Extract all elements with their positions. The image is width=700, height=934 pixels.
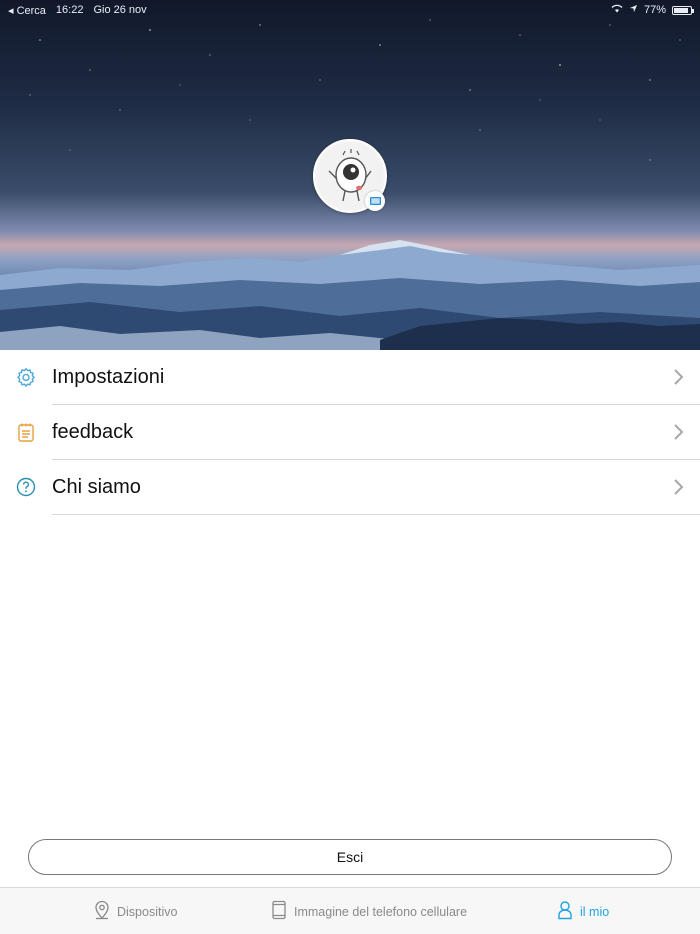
menu-item-label: Chi siamo [52, 476, 141, 498]
divider [52, 514, 700, 515]
chevron-right-icon [672, 478, 684, 496]
wifi-icon [611, 4, 623, 16]
chevron-right-icon [672, 423, 684, 441]
battery-percent: 77% [643, 4, 666, 16]
status-date: Gio 26 nov [93, 4, 147, 16]
tab-bar: Dispositivo Immagine del telefono cellul… [0, 887, 700, 934]
menu-item-impostazioni[interactable]: Impostazioni [0, 350, 700, 405]
location-pin-icon [93, 900, 111, 923]
notepad-icon [16, 422, 36, 442]
tab-dispositivo[interactable]: Dispositivo [93, 888, 177, 934]
tab-label: il mio [580, 904, 610, 919]
user-icon [556, 900, 574, 923]
menu-item-chi-siamo[interactable]: Chi siamo [0, 460, 700, 515]
status-time: 16:22 [55, 4, 84, 16]
tab-immagine-telefono[interactable]: Immagine del telefono cellulare [270, 888, 467, 934]
location-arrow-icon [629, 4, 638, 16]
logout-button[interactable]: Esci [28, 839, 672, 875]
tab-il-mio[interactable]: il mio [556, 888, 609, 934]
menu-item-feedback[interactable]: feedback [0, 405, 700, 460]
device-screen-icon [365, 191, 385, 211]
settings-menu: Impostazioni feedback Chi siamo [0, 350, 700, 515]
menu-item-label: Impostazioni [52, 366, 165, 388]
battery-icon [672, 5, 694, 15]
status-bar: ◂ Cerca 16:22 Gio 26 nov 77% [0, 0, 700, 20]
question-circle-icon [16, 477, 36, 497]
chevron-right-icon [672, 368, 684, 386]
tab-label: Immagine del telefono cellulare [294, 904, 468, 919]
gear-icon [16, 367, 36, 388]
tab-label: Dispositivo [117, 904, 178, 919]
menu-item-label: feedback [52, 421, 134, 443]
phone-icon [270, 900, 288, 923]
back-to-search-link[interactable]: ◂ Cerca [8, 4, 46, 17]
